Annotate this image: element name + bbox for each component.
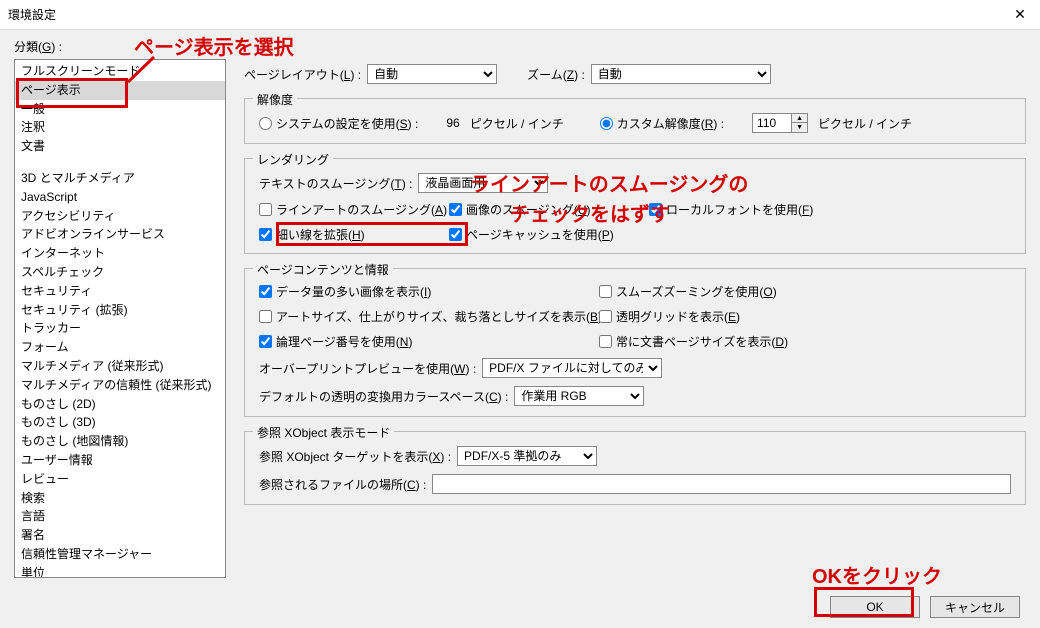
settings-panel: ページレイアウト(L) : 自動 ズーム(Z) : 自動 解像度 システムの設定…	[226, 38, 1026, 578]
resolution-legend: 解像度	[253, 91, 297, 108]
sidebar-item[interactable]: 3D とマルチメディア	[15, 169, 225, 188]
sidebar-item[interactable]: アドビオンラインサービス	[15, 225, 225, 244]
system-resolution-value: 96	[446, 116, 459, 130]
page-layout-select[interactable]: 自動	[367, 64, 497, 84]
colorspace-label: デフォルトの透明の変換用カラースペース(C) :	[259, 388, 508, 405]
sidebar-item[interactable]: マルチメディア (従来形式)	[15, 357, 225, 376]
sidebar-item[interactable]: ものさし (3D)	[15, 413, 225, 432]
sidebar-item[interactable]: ものさし (2D)	[15, 395, 225, 414]
sidebar-item[interactable]: 一般	[15, 100, 225, 119]
cancel-button[interactable]: キャンセル	[930, 596, 1020, 618]
rendering-legend: レンダリング	[253, 151, 333, 168]
sidebar-item[interactable]: アクセシビリティ	[15, 207, 225, 226]
content-area: 分類(G) : フルスクリーンモードページ表示一般注釈文書 3D とマルチメディア…	[0, 30, 1040, 578]
xobject-group: 参照 XObject 表示モード 参照 XObject ターゲットを表示(X) …	[244, 431, 1026, 505]
sidebar-item[interactable]: 注釈	[15, 118, 225, 137]
sidebar-item[interactable]: セキュリティ	[15, 282, 225, 301]
zoom-select[interactable]: 自動	[591, 64, 771, 84]
localfont-checkbox[interactable]: ローカルフォントを使用(F)	[649, 201, 813, 218]
sidebar-item[interactable]: フォーム	[15, 338, 225, 357]
sidebar-item[interactable]: マルチメディアの信頼性 (従来形式)	[15, 376, 225, 395]
xobject-file-input[interactable]	[432, 474, 1011, 494]
close-button[interactable]: ✕	[1000, 0, 1040, 30]
pagecontent-legend: ページコンテンツと情報	[253, 261, 393, 278]
resolution-group: 解像度 システムの設定を使用(S) : 96 ピクセル / インチ カスタム解像…	[244, 98, 1026, 144]
sidebar-item[interactable]: スペルチェック	[15, 263, 225, 282]
sidebar-item[interactable]: レビュー	[15, 470, 225, 489]
sidebar-item[interactable]: 署名	[15, 526, 225, 545]
smooth-zoom-checkbox[interactable]: スムーズズーミングを使用(O)	[599, 283, 777, 300]
xobject-target-select[interactable]: PDF/X-5 準拠のみ	[457, 446, 597, 466]
sidebar-item[interactable]: 検索	[15, 489, 225, 508]
system-resolution-radio[interactable]: システムの設定を使用(S) :	[259, 115, 418, 132]
page-layout-label: ページレイアウト(L) :	[244, 66, 361, 83]
category-list[interactable]: フルスクリーンモードページ表示一般注釈文書 3D とマルチメディアJavaScri…	[14, 59, 226, 578]
text-smoothing-select[interactable]: 液晶画面用	[418, 173, 548, 193]
sidebar-item[interactable]: 言語	[15, 507, 225, 526]
ok-button[interactable]: OK	[830, 596, 920, 618]
image-smoothing-checkbox[interactable]: 画像のスムージング(U)	[449, 201, 649, 218]
custom-resolution-input[interactable]	[752, 113, 792, 133]
sidebar-item[interactable]: トラッカー	[15, 319, 225, 338]
px-inch-label-2: ピクセル / インチ	[818, 115, 912, 132]
px-inch-label-1: ピクセル / インチ	[470, 115, 564, 132]
xobject-target-label: 参照 XObject ターゲットを表示(X) :	[259, 448, 451, 465]
art-size-checkbox[interactable]: アートサイズ、仕上がりサイズ、裁ち落としサイズを表示(B)	[259, 308, 599, 325]
sidebar-item[interactable]: セキュリティ (拡張)	[15, 301, 225, 320]
overprint-label: オーバープリントプレビューを使用(W) :	[259, 360, 476, 377]
spinner-down-icon[interactable]: ▼	[792, 123, 807, 132]
thinline-checkbox[interactable]: 細い線を拡張(H)	[259, 226, 449, 243]
zoom-label: ズーム(Z) :	[527, 66, 585, 83]
lineart-smoothing-checkbox[interactable]: ラインアートのスムージング(A)	[259, 201, 449, 218]
trans-grid-checkbox[interactable]: 透明グリッドを表示(E)	[599, 308, 740, 325]
sidebar-item[interactable]: ユーザー情報	[15, 451, 225, 470]
pagecontent-group: ページコンテンツと情報 データ量の多い画像を表示(I) スムーズズーミングを使用…	[244, 268, 1026, 417]
sidebar-item[interactable]: ページ表示	[15, 81, 225, 100]
large-image-checkbox[interactable]: データ量の多い画像を表示(I)	[259, 283, 599, 300]
spinner-up-icon[interactable]: ▲	[792, 114, 807, 123]
sidebar-item[interactable]: 文書	[15, 137, 225, 156]
sidebar-item[interactable]: 単位	[15, 564, 225, 578]
titlebar: 環境設定 ✕	[0, 0, 1040, 30]
sidebar-item[interactable]: ものさし (地図情報)	[15, 432, 225, 451]
sidebar-item[interactable]: フルスクリーンモード	[15, 62, 225, 81]
xobject-legend: 参照 XObject 表示モード	[253, 424, 394, 441]
colorspace-select[interactable]: 作業用 RGB	[514, 386, 644, 406]
custom-resolution-radio[interactable]: カスタム解像度(R) :	[600, 115, 724, 132]
sidebar: 分類(G) : フルスクリーンモードページ表示一般注釈文書 3D とマルチメディア…	[14, 38, 226, 578]
category-label: 分類(G) :	[14, 38, 226, 55]
dialog-footer: OK キャンセル	[0, 586, 1040, 628]
sidebar-item[interactable]: 信頼性管理マネージャー	[15, 545, 225, 564]
window-title: 環境設定	[8, 6, 56, 23]
rendering-group: レンダリング テキストのスムージング(T) : 液晶画面用 ラインアートのスムー…	[244, 158, 1026, 254]
pagecache-checkbox[interactable]: ページキャッシュを使用(P)	[449, 226, 614, 243]
always-docsize-checkbox[interactable]: 常に文書ページサイズを表示(D)	[599, 333, 788, 350]
text-smoothing-label: テキストのスムージング(T) :	[259, 175, 412, 192]
xobject-file-label: 参照されるファイルの場所(C) :	[259, 476, 426, 493]
sidebar-item[interactable]: JavaScript	[15, 188, 225, 207]
overprint-select[interactable]: PDF/X ファイルに対してのみ	[482, 358, 662, 378]
sidebar-item[interactable]: インターネット	[15, 244, 225, 263]
custom-resolution-spinner[interactable]: ▲▼	[752, 113, 808, 133]
logical-page-checkbox[interactable]: 論理ページ番号を使用(N)	[259, 333, 599, 350]
